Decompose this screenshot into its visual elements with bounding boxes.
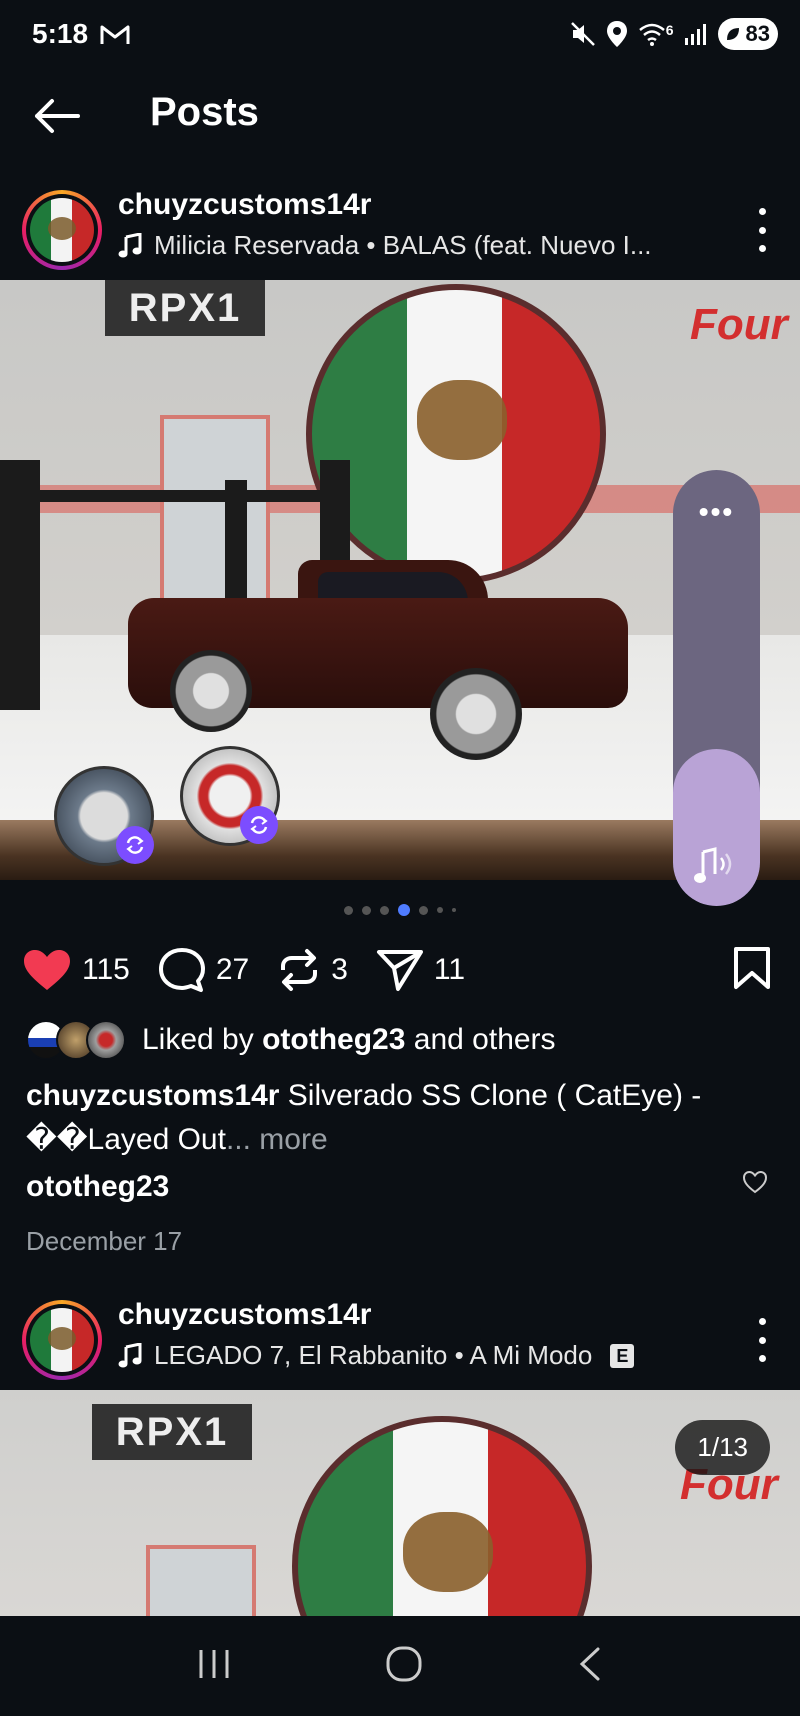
comment-icon xyxy=(158,948,205,992)
repost-badge-icon xyxy=(116,826,154,864)
status-time: 5:18 xyxy=(32,18,89,49)
bookmark-icon xyxy=(734,947,770,989)
network-type: 6 xyxy=(665,22,674,38)
home-button[interactable] xyxy=(384,1644,424,1689)
page-title: Posts xyxy=(150,90,259,134)
system-nav-bar xyxy=(0,1616,800,1716)
carousel-dot xyxy=(452,908,456,912)
repost-count: 3 xyxy=(331,953,348,986)
carousel-counter: 1/13 xyxy=(675,1420,770,1475)
status-icons: 6 83 xyxy=(570,18,778,50)
post-image[interactable]: RPX1 Four xyxy=(0,1390,800,1616)
carousel-dot xyxy=(362,905,371,915)
flag-disc xyxy=(306,284,606,584)
page-header: Posts xyxy=(0,78,800,154)
send-icon xyxy=(376,950,423,991)
chevron-left-icon xyxy=(579,1647,600,1680)
post-music[interactable]: LEGADO 7, El Rabbanito • A Mi Modo E xyxy=(118,1340,635,1371)
music-title: LEGADO 7, El Rabbanito • A Mi Modo xyxy=(154,1340,593,1370)
comment-like-button[interactable] xyxy=(742,1170,768,1199)
image-sign-four: Four xyxy=(690,300,788,349)
carousel-dot xyxy=(437,907,443,913)
post-header: chuyzcustoms14r Milicia Reservada • BALA… xyxy=(0,180,800,276)
music-note-icon xyxy=(118,1342,142,1367)
save-button[interactable] xyxy=(732,946,772,995)
post-caption[interactable]: chuyzcustoms14r Silverado SS Clone ( Cat… xyxy=(26,1074,766,1162)
back-nav-button[interactable] xyxy=(576,1646,604,1687)
carousel-dot xyxy=(419,905,428,915)
post-actions: 115 27 3 11 xyxy=(22,940,782,1000)
repost-badge-icon xyxy=(240,806,278,844)
more-options-button[interactable] xyxy=(750,1318,774,1362)
repost-button[interactable]: 3 xyxy=(277,948,348,992)
image-sign-rpx: RPX1 xyxy=(105,280,265,336)
post-music[interactable]: Milicia Reservada • BALAS (feat. Nuevo I… xyxy=(118,230,652,261)
like-button[interactable]: 115 xyxy=(22,948,130,992)
liker-avatars xyxy=(26,1020,126,1060)
liked-by-row[interactable]: Liked by ototheg23 and others xyxy=(26,1020,556,1060)
post-username[interactable]: chuyzcustoms14r xyxy=(118,188,371,222)
share-button[interactable]: 11 xyxy=(376,948,465,992)
music-note-icon xyxy=(118,232,142,257)
liked-by-suffix: and others xyxy=(413,1023,556,1056)
status-bar: 5:18 6 83 xyxy=(0,0,800,72)
recents-button[interactable] xyxy=(196,1648,232,1685)
recents-icon xyxy=(199,1649,229,1678)
battery-indicator: 83 xyxy=(717,18,778,50)
carousel-dot xyxy=(380,905,389,915)
back-button[interactable] xyxy=(30,92,84,140)
volume-slider[interactable]: ••• xyxy=(673,470,760,906)
heart-outline-icon xyxy=(742,1170,768,1194)
volume-menu-button[interactable]: ••• xyxy=(673,496,760,528)
like-count: 115 xyxy=(82,953,130,986)
comment-username[interactable]: ototheg23 xyxy=(26,1170,169,1204)
carousel-indicator xyxy=(0,904,800,916)
wifi-icon: 6 xyxy=(638,22,674,46)
avatar[interactable] xyxy=(22,190,102,270)
caption-username[interactable]: chuyzcustoms14r xyxy=(26,1079,279,1112)
location-icon xyxy=(606,21,627,47)
caption-more-link[interactable]: ... more xyxy=(226,1123,328,1156)
avatar[interactable] xyxy=(22,1300,102,1380)
battery-level: 83 xyxy=(745,21,770,46)
comment-button[interactable]: 27 xyxy=(158,947,249,993)
battery-saver-icon xyxy=(726,28,739,40)
music-title: Milicia Reservada • BALAS (feat. Nuevo I… xyxy=(154,230,652,260)
comment-count: 27 xyxy=(215,953,250,986)
image-sign-rpx: RPX1 xyxy=(92,1404,252,1460)
carousel-dot xyxy=(344,905,353,915)
more-options-button[interactable] xyxy=(750,208,774,252)
liked-by-user[interactable]: ototheg23 xyxy=(262,1023,405,1056)
repost-icon xyxy=(281,949,318,991)
media-volume-icon xyxy=(694,847,732,883)
arrow-left-icon xyxy=(35,99,80,133)
share-count: 11 xyxy=(433,953,466,986)
explicit-badge: E xyxy=(610,1343,635,1368)
post-header: chuyzcustoms14r LEGADO 7, El Rabbanito •… xyxy=(0,1290,800,1386)
post-date: December 17 xyxy=(26,1226,183,1256)
mute-icon xyxy=(570,22,595,46)
carousel-dot-active xyxy=(398,904,410,916)
home-icon xyxy=(386,1646,422,1681)
signal-icon xyxy=(684,24,706,45)
heart-filled-icon xyxy=(24,950,70,990)
post-username[interactable]: chuyzcustoms14r xyxy=(118,1298,371,1332)
liked-by-prefix: Liked by xyxy=(142,1023,254,1056)
gmail-icon xyxy=(100,25,130,44)
